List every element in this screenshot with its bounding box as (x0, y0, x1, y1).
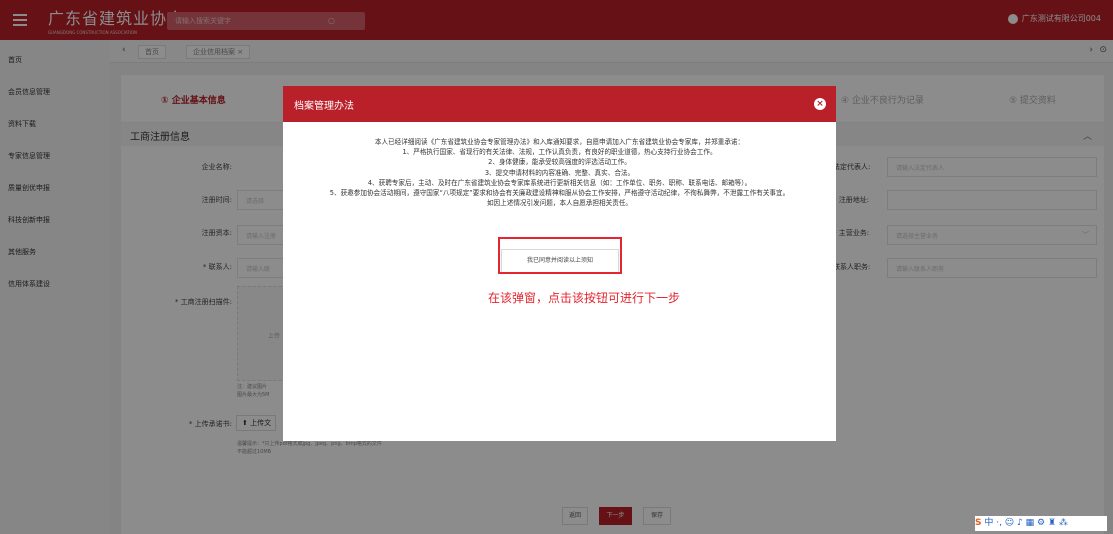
modal-line: 2、身体健康，能承受较高强度的评选活动工作。 (488, 158, 631, 167)
modal-line: 4、获聘专家后，主动、及时在广东省建筑业协会专家库系统进行更新相关信息（如：工作… (367, 178, 752, 187)
modal-line: 1、严格执行国家、省现行的有关法律、法规，工作认真负责，有良好的职业道德，热心支… (402, 148, 717, 157)
annotation-text: 在该弹窗，点击该按钮可进行下一步 (488, 291, 681, 305)
modal-title: 档案管理办法 (294, 101, 354, 112)
modal-header: 档案管理办法 × (283, 86, 836, 122)
modal-line: 3、提交申请材料的内容准确、完整、真实、合法。 (484, 168, 635, 177)
close-icon[interactable]: × (814, 98, 826, 110)
annotation-highlight-box (498, 237, 622, 274)
modal-body-text: 本人已经详细阅读《广东省建筑业协会专家管理办法》和入库通知要求，自愿申请加入广东… (303, 137, 816, 208)
modal-line: 本人已经详细阅读《广东省建筑业协会专家管理办法》和入库通知要求，自愿申请加入广东… (374, 138, 745, 146)
ime-logo-icon: S (975, 518, 982, 528)
ime-icons: 中 ·, ☺ ♪ ▦ ⚙ ♜ ⁂ (984, 518, 1068, 528)
modal-line: 5、获邀参加协会活动期间，遵守国家“八项规定”要求和协会有关廉政建设精神和服从协… (329, 189, 790, 198)
ime-toolbar[interactable]: S 中 ·, ☺ ♪ ▦ ⚙ ♜ ⁂ (975, 516, 1107, 531)
modal-line: 如因上述情况引发问题，本人自愿承担相关责任。 (486, 199, 633, 208)
